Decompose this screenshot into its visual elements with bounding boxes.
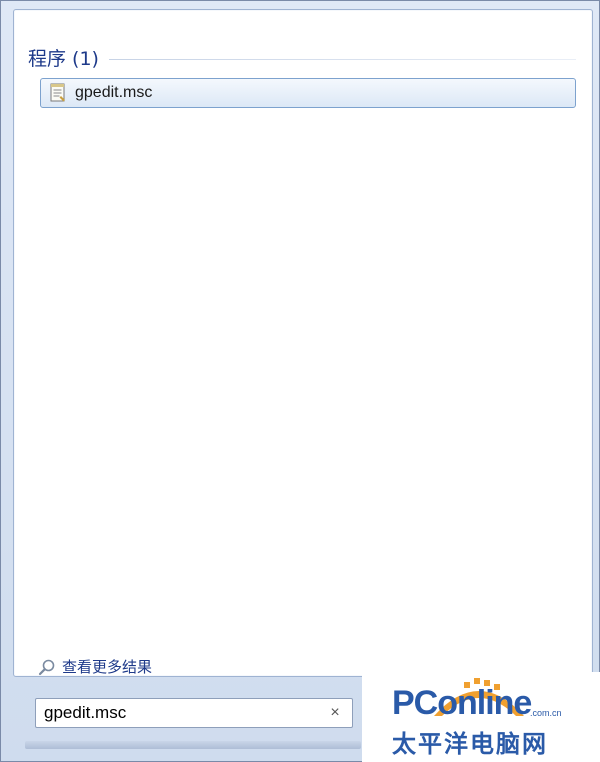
- watermark-chinese-name: 太平洋电脑网: [392, 730, 548, 758]
- clear-search-icon[interactable]: ×: [324, 702, 346, 724]
- search-input[interactable]: [36, 699, 324, 727]
- watermark-logo: PConline: [392, 684, 532, 722]
- result-item-gpedit[interactable]: gpedit.msc: [40, 78, 576, 108]
- magnifier-icon: [38, 659, 55, 675]
- search-results-panel: 程序 (1) gpedit.msc 查看更多结果: [13, 9, 593, 677]
- document-icon: [50, 83, 65, 102]
- taskbar-strip: [25, 741, 361, 749]
- see-more-results-label: 查看更多结果: [62, 658, 153, 676]
- watermark-domain: .com.cn: [530, 708, 562, 718]
- pconline-watermark: PConline .com.cn 太平洋电脑网: [362, 672, 600, 762]
- results-group-header: 程序 (1): [28, 44, 576, 71]
- group-title: 程序 (1): [28, 48, 99, 70]
- start-search-box: ×: [35, 698, 353, 728]
- start-menu-window: 程序 (1) gpedit.msc 查看更多结果 ×: [0, 0, 600, 762]
- result-item-label: gpedit.msc: [75, 84, 153, 101]
- see-more-results-link[interactable]: 查看更多结果: [38, 656, 152, 677]
- group-divider: [108, 58, 576, 60]
